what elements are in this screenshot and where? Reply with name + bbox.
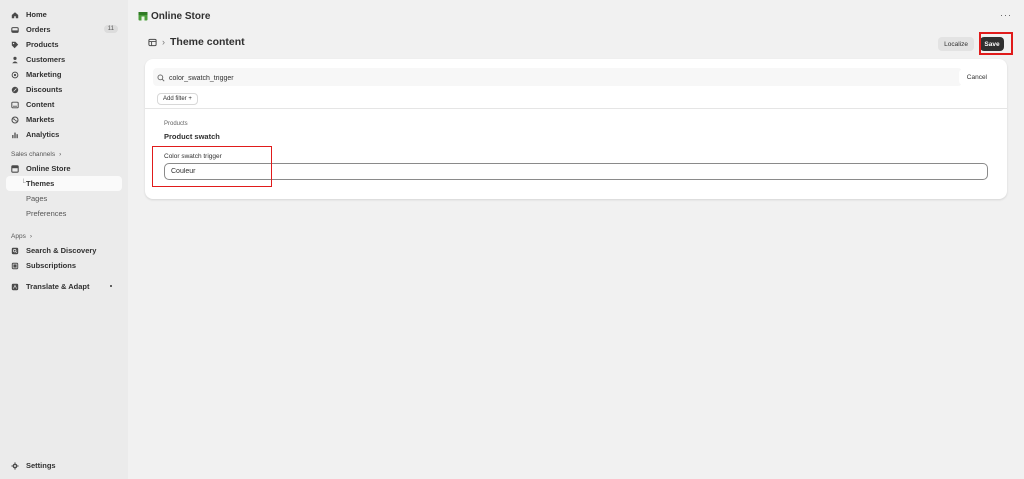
sidebar-item-analytics[interactable]: Analytics (6, 127, 122, 142)
save-highlight-box (979, 32, 1013, 55)
sidebar-item-themes[interactable]: └ Themes (6, 176, 122, 191)
sidebar-item-label: Markets (26, 115, 55, 124)
orders-icon (11, 26, 19, 34)
sidebar-item-label: Search & Discovery (26, 246, 97, 255)
sidebar-item-marketing[interactable]: Marketing (6, 67, 122, 82)
storefront-icon (11, 164, 19, 173)
sidebar: Home Orders 11 Products Customers Market… (0, 0, 128, 479)
sidebar-item-online-store[interactable]: Online Store (6, 161, 122, 176)
section-title: Product swatch (164, 132, 220, 141)
content-icon (11, 101, 19, 109)
translate-icon (11, 283, 19, 291)
sidebar-item-products[interactable]: Products (6, 37, 122, 52)
sidebar-item-pages[interactable]: Pages (6, 191, 122, 206)
field-highlight-box (152, 146, 272, 187)
orders-count-badge: 11 (103, 25, 118, 33)
sidebar-item-content[interactable]: Content (6, 97, 122, 112)
sidebar-item-discounts[interactable]: Discounts (6, 82, 122, 97)
search-row: Cancel (157, 69, 1001, 87)
target-icon (11, 71, 19, 79)
chevron-right-icon: › (162, 37, 165, 47)
theme-content-card: Cancel Add filter + Products Product swa… (145, 59, 1007, 199)
filter-row: Add filter + (145, 89, 1007, 109)
localize-button[interactable]: Localize (938, 37, 974, 51)
chevron-right-icon: › (59, 150, 62, 158)
sidebar-item-label: Online Store (26, 164, 71, 173)
sidebar-item-label: Discounts (26, 85, 63, 94)
sidebar-item-label: Orders (26, 25, 51, 34)
sidebar-item-settings[interactable]: Settings (6, 458, 122, 473)
main-area: Online Store ··· › Theme content Localiz… (128, 0, 1024, 479)
color-swatch-trigger-input[interactable] (164, 163, 988, 180)
sidebar-item-label: Subscriptions (26, 261, 77, 270)
section-breadcrumb: Products (164, 121, 188, 127)
sidebar-item-label: Content (26, 100, 55, 109)
sidebar-item-label: Translate & Adapt (26, 282, 90, 291)
sidebar-item-translate-adapt[interactable]: Translate & Adapt (6, 279, 122, 294)
page-title: Theme content (170, 36, 245, 48)
chevron-right-icon: › (29, 232, 32, 240)
person-icon (11, 56, 19, 64)
online-store-icon (138, 12, 148, 21)
sidebar-item-label: Products (26, 40, 59, 49)
theme-template-icon[interactable] (148, 38, 157, 47)
search-input[interactable] (169, 70, 1001, 86)
subscriptions-icon (11, 262, 19, 270)
cancel-button[interactable]: Cancel (958, 69, 995, 85)
sidebar-item-customers[interactable]: Customers (6, 52, 122, 67)
sidebar-item-orders[interactable]: Orders 11 (6, 22, 122, 37)
search-app-icon (11, 247, 19, 255)
sidebar-item-preferences[interactable]: Preferences (6, 206, 122, 221)
page-header: › Theme content (148, 36, 245, 48)
globe-icon (11, 115, 19, 124)
sidebar-item-label: Home (26, 10, 47, 19)
sidebar-item-label: Settings (26, 461, 56, 470)
gear-icon (11, 461, 19, 470)
top-bar: Online Store (128, 0, 1024, 32)
search-icon (157, 74, 165, 82)
sidebar-item-search-discovery[interactable]: Search & Discovery (6, 243, 122, 258)
store-title: Online Store (151, 10, 211, 22)
sidebar-item-home[interactable]: Home (6, 7, 122, 22)
tag-icon (11, 41, 19, 49)
sidebar-item-label: Customers (26, 55, 66, 64)
sidebar-item-subscriptions[interactable]: Subscriptions (6, 258, 122, 273)
analytics-icon (11, 131, 19, 139)
tree-hook-icon: └ (21, 180, 26, 187)
apps-label[interactable]: Apps › (6, 229, 122, 243)
discount-icon (11, 86, 19, 94)
sidebar-item-markets[interactable]: Markets (6, 112, 122, 127)
more-actions-icon[interactable]: ··· (1000, 10, 1012, 20)
sidebar-item-label: Marketing (26, 70, 62, 79)
sidebar-item-label: Analytics (26, 130, 60, 139)
sales-channels-label[interactable]: Sales channels › (6, 147, 122, 161)
add-filter-button[interactable]: Add filter + (157, 93, 198, 105)
home-icon (11, 11, 19, 19)
pin-dot-icon (110, 285, 112, 287)
